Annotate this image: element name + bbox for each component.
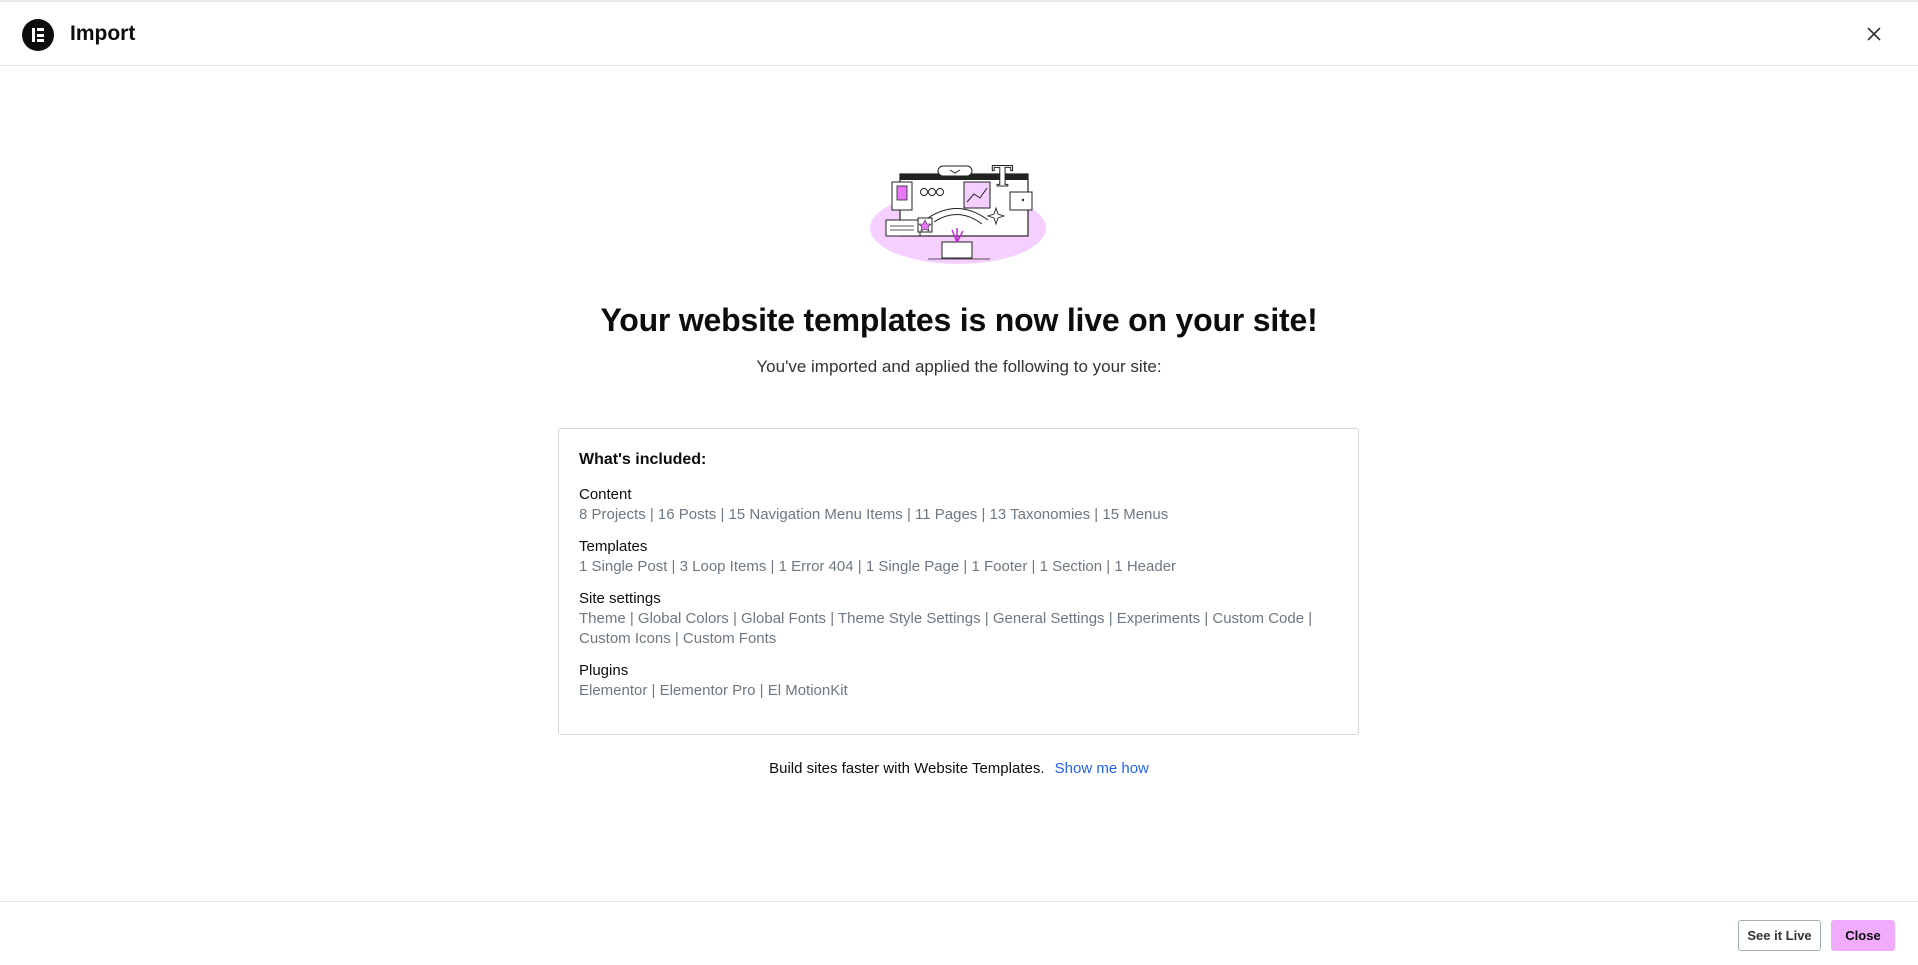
section-body: 8 Projects | 16 Posts | 15 Navigation Me… (579, 506, 1169, 523)
modal-header: Import (0, 2, 1918, 66)
section-body: Elementor | Elementor Pro | El MotionKit (579, 682, 848, 699)
see-it-live-button[interactable]: See it Live (1738, 920, 1821, 951)
section-plugins: Plugins Elementor | Elementor Pro | El M… (579, 661, 1338, 701)
success-subline: You've imported and applied the followin… (756, 357, 1162, 376)
footer-note: Build sites faster with Website Template… (0, 760, 1918, 777)
elementor-logo-icon (22, 19, 54, 51)
included-summary-card: What's included: Content 8 Projects | 16… (558, 428, 1359, 735)
success-illustration: T (868, 158, 1050, 266)
modal-footer: See it Live Close (0, 901, 1918, 965)
close-icon[interactable] (1862, 22, 1886, 46)
card-title: What's included: (579, 451, 707, 468)
header-title: Import (70, 22, 136, 45)
section-templates: Templates 1 Single Post | 3 Loop Items |… (579, 537, 1338, 577)
section-title: Plugins (579, 662, 629, 679)
section-content: Content 8 Projects | 16 Posts | 15 Navig… (579, 485, 1338, 525)
section-body: 1 Single Post | 3 Loop Items | 1 Error 4… (579, 558, 1177, 575)
footer-note-text: Build sites faster with Website Template… (769, 760, 1045, 777)
section-title: Templates (579, 538, 648, 555)
close-button[interactable]: Close (1831, 920, 1895, 951)
success-headline: Your website templates is now live on yo… (600, 302, 1318, 338)
section-title: Site settings (579, 590, 661, 607)
section-title: Content (579, 486, 632, 503)
section-body: Theme | Global Colors | Global Fonts | T… (579, 610, 1313, 647)
svg-text:T: T (992, 160, 1013, 193)
section-site-settings: Site settings Theme | Global Colors | Gl… (579, 589, 1338, 649)
show-me-how-link[interactable]: Show me how (1055, 760, 1149, 777)
